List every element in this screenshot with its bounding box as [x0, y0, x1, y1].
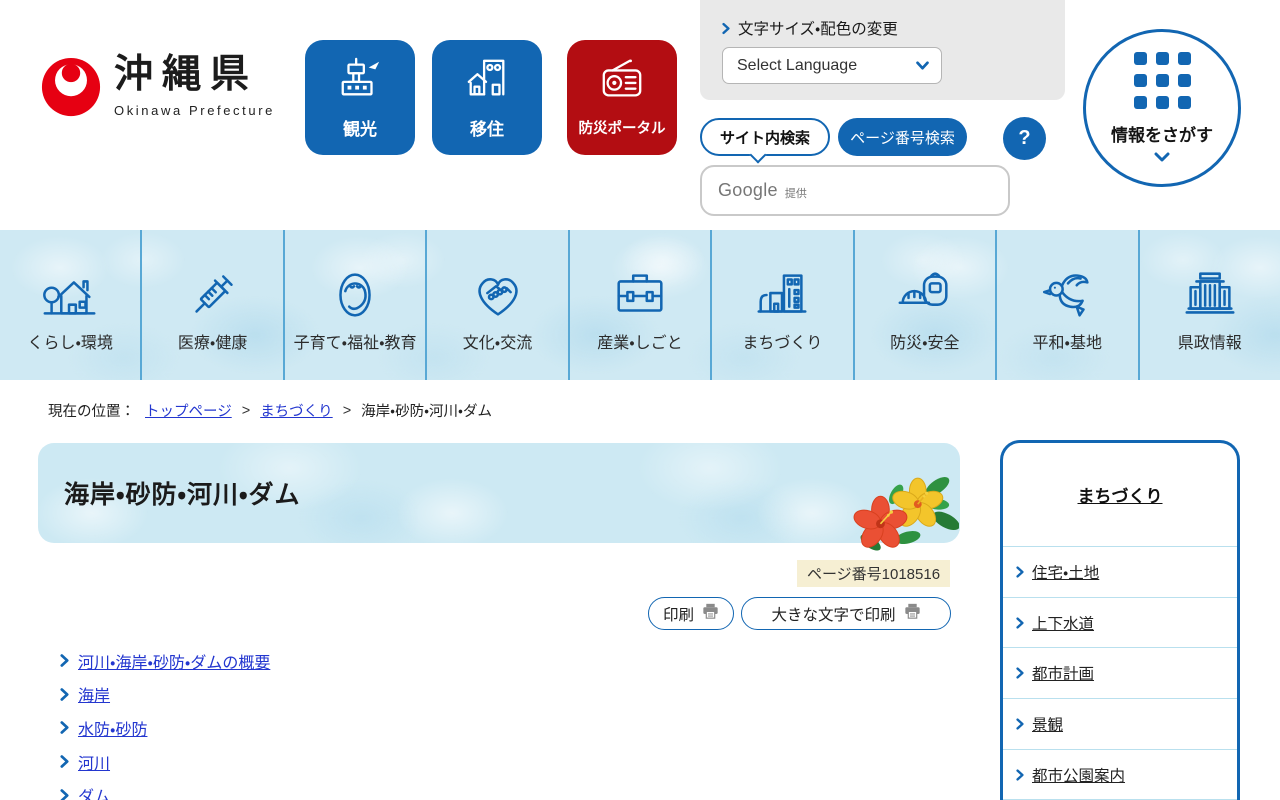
- page-title: 海岸・砂防・河川・ダム: [64, 481, 301, 509]
- nav-item-culture-exchange[interactable]: 文化・交流: [427, 230, 570, 380]
- page-number-badge: ページ番号1018516: [797, 560, 950, 587]
- chevron-down-icon: [916, 61, 929, 70]
- printer-icon: [702, 603, 719, 624]
- tourism-button[interactable]: 観光: [305, 40, 415, 155]
- content-link-list: 河川・海岸・砂防・ダムの概要 海岸 水防・砂防 河川 ダム: [60, 644, 270, 800]
- tab-pointer: [749, 146, 767, 164]
- baby-icon: [324, 230, 386, 326]
- syringe-icon: [182, 230, 244, 326]
- page-title-banner: 海岸・砂防・河川・ダム: [38, 443, 960, 543]
- accessibility-panel: 文字サイズ・配色の変更 Select Language: [700, 0, 1065, 100]
- okinawa-symbol-icon: [40, 55, 102, 124]
- nav-item-medical-health[interactable]: 医療・健康: [142, 230, 285, 380]
- list-item: 水防・砂防: [60, 711, 270, 745]
- nav-item-prefectural-info[interactable]: 県政情報: [1140, 230, 1280, 380]
- okinawa-prefecture-page: 沖縄県 Okinawa Prefecture 観光 移住 防災ポータル 文字サイ…: [0, 0, 1280, 800]
- briefcase-icon: [609, 230, 671, 326]
- list-item: ダム: [60, 778, 270, 800]
- find-info-button[interactable]: 情報をさがす: [1083, 29, 1241, 187]
- chevron-right-icon: [60, 688, 69, 701]
- disaster-portal-label: 防災ポータル: [578, 120, 666, 137]
- nav-item-childcare-welfare-education[interactable]: 子育て・福祉・教育: [285, 230, 428, 380]
- tab-page-number-search[interactable]: ページ番号検索: [838, 118, 967, 156]
- breadcrumb-prefix: 現在の位置：: [48, 404, 135, 420]
- link-flood-erosion[interactable]: 水防・砂防: [78, 716, 147, 740]
- breadcrumb: 現在の位置： トップページ > まちづくり > 海岸・砂防・河川・ダム: [48, 400, 492, 421]
- chevron-right-icon: [60, 654, 69, 668]
- breadcrumb-link-top[interactable]: トップページ: [145, 400, 232, 421]
- airport-tower-icon: [337, 56, 383, 107]
- chevron-right-icon: [1016, 768, 1024, 781]
- tourism-label: 観光: [343, 119, 377, 139]
- dove-icon: [1036, 230, 1098, 326]
- find-info-label: 情報をさがす: [1111, 125, 1213, 145]
- handshake-heart-icon: [467, 230, 529, 326]
- link-coast[interactable]: 海岸: [78, 682, 110, 706]
- printer-icon: [904, 603, 921, 624]
- list-item: 河川: [60, 745, 270, 779]
- google-provided-label: 提供: [784, 187, 807, 200]
- sidebar-item-city-planning[interactable]: 都市計画: [1003, 647, 1237, 698]
- chevron-right-icon: [60, 755, 69, 768]
- disaster-portal-button[interactable]: 防災ポータル: [567, 40, 677, 155]
- hibiscus-flowers-illustration: [851, 466, 960, 563]
- nav-item-living-environment[interactable]: くらし・環境: [0, 230, 143, 380]
- list-item: 河川・海岸・砂防・ダムの概要: [60, 644, 270, 678]
- site-logo[interactable]: 沖縄県 Okinawa Prefecture: [40, 53, 275, 124]
- list-item: 海岸: [60, 678, 270, 712]
- sidebar-item-housing-land[interactable]: 住宅・土地: [1003, 546, 1237, 597]
- breadcrumb-current: 海岸・砂防・河川・ダム: [361, 404, 492, 420]
- chevron-right-icon: [60, 721, 69, 735]
- emergency-radio-icon: [599, 58, 645, 109]
- link-rivers[interactable]: 河川: [78, 750, 110, 774]
- site-search-input[interactable]: Google 提供: [700, 165, 1010, 216]
- nav-item-peace-bases[interactable]: 平和・基地: [997, 230, 1140, 380]
- government-building-icon: [1179, 230, 1241, 326]
- grid-icon: [1133, 51, 1191, 109]
- language-select[interactable]: Select Language: [722, 47, 942, 84]
- relocation-button[interactable]: 移住: [432, 40, 542, 155]
- chevron-right-icon: [1016, 566, 1024, 578]
- link-dams[interactable]: ダム: [78, 783, 110, 800]
- chevron-right-icon: [1016, 718, 1024, 730]
- breadcrumb-link-machizukuri[interactable]: まちづくり: [260, 400, 333, 421]
- site-subtitle: Okinawa Prefecture: [114, 102, 275, 118]
- sidebar-title-machizukuri[interactable]: まちづくり: [1003, 443, 1237, 546]
- nav-item-town-planning[interactable]: まちづくり: [712, 230, 855, 380]
- sidebar-item-landscape[interactable]: 景観: [1003, 698, 1237, 749]
- category-sidebar: まちづくり 住宅・土地 上下水道 都市計画 景観 都市公園案内: [1000, 440, 1240, 800]
- main-navigation: くらし・環境 医療・健康 子育て・福祉・教育 文化・交流 産業・しごと まちづく…: [0, 230, 1280, 380]
- site-title: 沖縄県: [114, 53, 259, 96]
- helmet-backpack-icon: [894, 230, 956, 326]
- town-icon: [751, 230, 813, 326]
- relocation-house-icon: [464, 56, 510, 107]
- chevron-right-icon: [1016, 667, 1024, 679]
- sidebar-item-water-sewer[interactable]: 上下水道: [1003, 596, 1237, 648]
- print-large-text-button[interactable]: 大きな文字で印刷: [741, 597, 951, 630]
- relocation-label: 移住: [470, 119, 504, 139]
- chevron-down-icon: [1154, 146, 1170, 167]
- nav-item-industry-work[interactable]: 産業・しごと: [570, 230, 713, 380]
- link-overview[interactable]: 河川・海岸・砂防・ダムの概要: [78, 649, 270, 673]
- chevron-right-icon: [1016, 616, 1024, 629]
- text-size-color-link[interactable]: 文字サイズ・配色の変更: [722, 17, 898, 39]
- help-button[interactable]: ?: [1003, 117, 1046, 160]
- house-tree-icon: [39, 230, 101, 326]
- tab-site-search[interactable]: サイト内検索: [700, 118, 830, 164]
- chevron-right-icon: [722, 22, 730, 35]
- print-button[interactable]: 印刷: [648, 597, 734, 630]
- sidebar-item-city-parks[interactable]: 都市公園案内: [1003, 748, 1237, 800]
- google-brand-label: Google: [718, 180, 778, 200]
- chevron-right-icon: [60, 788, 69, 800]
- nav-item-disaster-safety[interactable]: 防災・安全: [855, 230, 998, 380]
